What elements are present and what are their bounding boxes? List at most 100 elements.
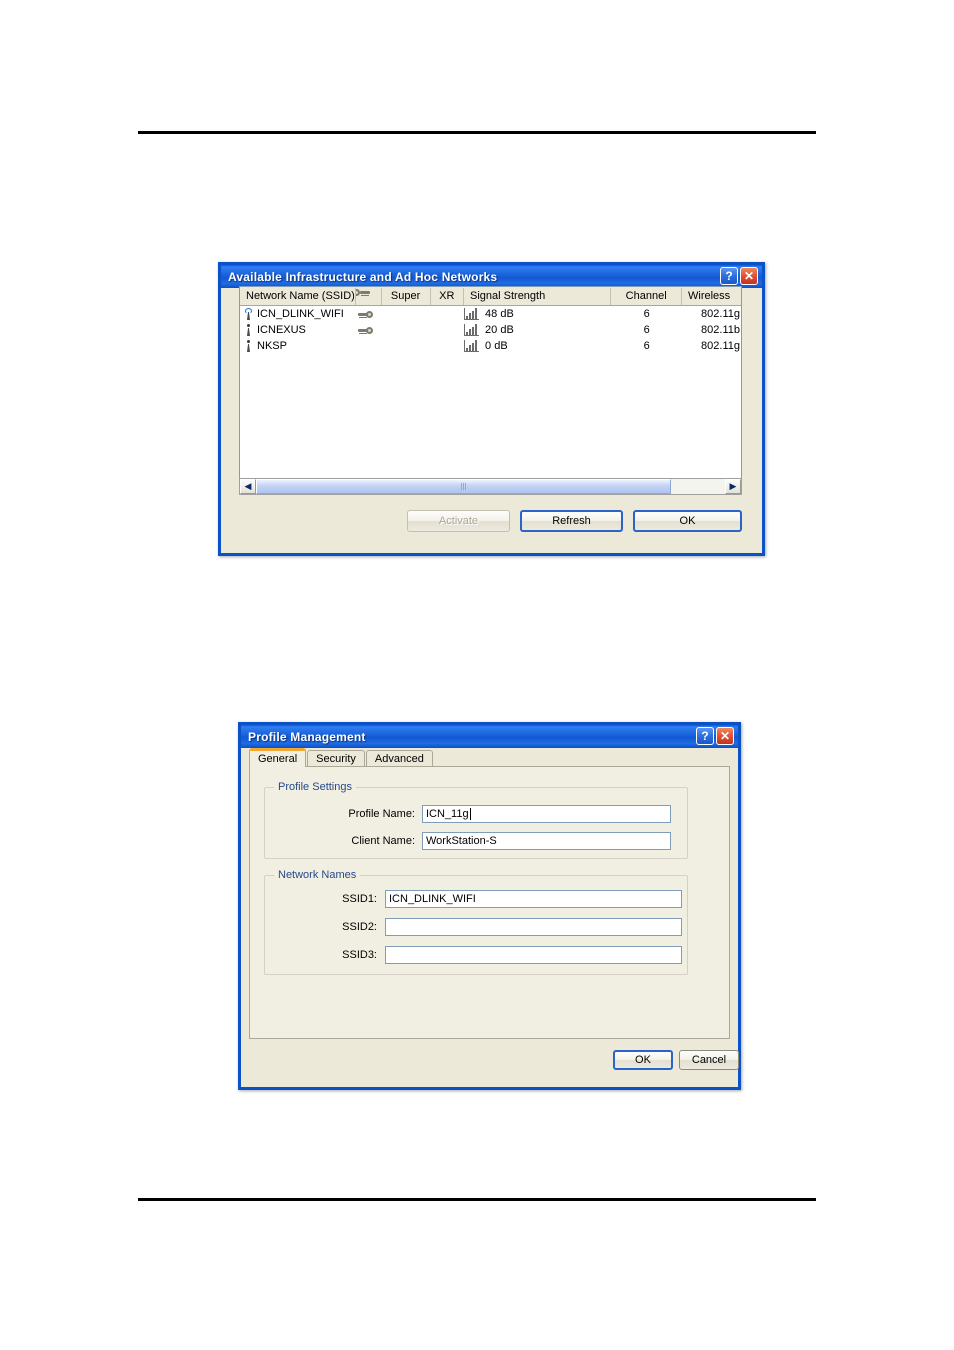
ok-button[interactable]: OK bbox=[633, 510, 742, 532]
networks-horizontal-scrollbar[interactable]: ◀ ▶ bbox=[239, 478, 742, 495]
general-tab-panel: Profile Settings Profile Name: ICN_11g C… bbox=[249, 766, 730, 1039]
cell-xr bbox=[431, 306, 464, 322]
help-icon[interactable]: ? bbox=[696, 727, 714, 745]
cell-ssid-label: NKSP bbox=[257, 340, 287, 352]
signal-bars-icon bbox=[464, 308, 480, 320]
cell-channel: 6 bbox=[643, 340, 650, 352]
networks-list[interactable]: Network Name (SSID) Super XR Signal Stre… bbox=[239, 286, 742, 479]
cell-signal-label: 20 dB bbox=[485, 324, 514, 336]
available-networks-dialog: Available Infrastructure and Ad Hoc Netw… bbox=[218, 262, 765, 556]
tab-advanced[interactable]: Advanced bbox=[365, 750, 433, 767]
table-row[interactable]: ICNEXUS 20 dB 6 802.11b bbox=[240, 322, 741, 338]
profile-settings-group: Profile Settings Profile Name: ICN_11g C… bbox=[264, 781, 688, 859]
cell-channel: 6 bbox=[643, 308, 650, 320]
infrastructure-antenna-icon bbox=[244, 308, 253, 320]
cell-signal-strength: 0 dB bbox=[464, 338, 611, 354]
cell-ssid: ICN_DLINK_WIFI bbox=[240, 306, 356, 322]
profile-name-value: ICN_11g bbox=[426, 808, 469, 820]
scrollbar-thumb[interactable] bbox=[256, 479, 671, 494]
profile-management-dialog: Profile Management ? ✕ General Security … bbox=[238, 722, 741, 1090]
networks-dialog-title: Available Infrastructure and Ad Hoc Netw… bbox=[228, 269, 498, 284]
cell-encryption bbox=[356, 322, 382, 338]
ssid3-row: SSID3: bbox=[325, 946, 682, 964]
tab-security[interactable]: Security bbox=[307, 750, 365, 767]
ssid2-label: SSID2: bbox=[342, 921, 377, 933]
client-name-row: Client Name: WorkStation-S bbox=[333, 832, 671, 850]
close-icon[interactable]: ✕ bbox=[716, 727, 734, 745]
column-header-xr[interactable]: XR bbox=[431, 287, 464, 305]
ssid2-row: SSID2: bbox=[325, 918, 682, 936]
ssid3-input[interactable] bbox=[385, 946, 682, 964]
cell-ssid: NKSP bbox=[240, 338, 356, 354]
ssid1-label: SSID1: bbox=[342, 893, 377, 905]
ssid1-input[interactable]: ICN_DLINK_WIFI bbox=[385, 890, 682, 908]
help-icon[interactable]: ? bbox=[720, 267, 738, 285]
key-icon bbox=[357, 326, 373, 335]
cell-wireless: 802.11g bbox=[701, 308, 740, 320]
activate-button[interactable]: Activate bbox=[407, 510, 510, 532]
scrollbar-track[interactable] bbox=[256, 479, 725, 494]
cell-ssid-label: ICNEXUS bbox=[257, 324, 306, 336]
cell-ssid-label: ICN_DLINK_WIFI bbox=[257, 308, 344, 320]
cell-signal-strength: 20 dB bbox=[464, 322, 611, 338]
cell-signal-label: 48 dB bbox=[485, 308, 514, 320]
table-row[interactable]: ICN_DLINK_WIFI 48 dB 6 802.11g bbox=[240, 306, 741, 322]
cell-wireless: 802.11b bbox=[701, 324, 740, 336]
adhoc-station-icon bbox=[244, 340, 253, 352]
cell-xr bbox=[431, 322, 464, 338]
network-names-group-title: Network Names bbox=[274, 869, 361, 881]
cell-super bbox=[382, 338, 431, 354]
profile-name-label: Profile Name: bbox=[348, 808, 415, 820]
page-footer-rule bbox=[138, 1198, 816, 1201]
networks-list-header: Network Name (SSID) Super XR Signal Stre… bbox=[240, 287, 741, 306]
text-caret bbox=[469, 808, 471, 820]
cell-wireless: 802.11g bbox=[701, 340, 740, 352]
refresh-button[interactable]: Refresh bbox=[520, 510, 623, 532]
scroll-left-arrow-icon[interactable]: ◀ bbox=[240, 479, 256, 494]
table-row[interactable]: NKSP 0 dB 6 802.11g bbox=[240, 338, 741, 354]
column-header-encryption[interactable] bbox=[356, 287, 382, 305]
client-name-value: WorkStation-S bbox=[426, 835, 497, 847]
column-header-super[interactable]: Super bbox=[382, 287, 431, 305]
tab-general[interactable]: General bbox=[249, 748, 307, 767]
signal-bars-icon bbox=[464, 324, 480, 336]
cell-super bbox=[382, 306, 431, 322]
cancel-button[interactable]: Cancel bbox=[679, 1050, 739, 1070]
column-header-ssid[interactable]: Network Name (SSID) bbox=[240, 287, 356, 305]
page-header-rule bbox=[138, 131, 816, 134]
profile-caption-buttons: ? ✕ bbox=[696, 727, 734, 745]
cell-encryption bbox=[356, 306, 382, 322]
scrollbar-grip-icon bbox=[460, 483, 467, 490]
networks-caption-buttons: ? ✕ bbox=[720, 267, 758, 285]
cell-signal-label: 0 dB bbox=[485, 340, 508, 352]
profile-dialog-title: Profile Management bbox=[248, 729, 366, 744]
ssid1-row: SSID1: ICN_DLINK_WIFI bbox=[325, 890, 682, 908]
cell-xr bbox=[431, 338, 464, 354]
profile-name-row: Profile Name: ICN_11g bbox=[333, 805, 671, 823]
adhoc-station-icon bbox=[244, 324, 253, 336]
client-name-input[interactable]: WorkStation-S bbox=[422, 832, 671, 850]
scroll-right-arrow-icon[interactable]: ▶ bbox=[725, 479, 741, 494]
profile-tabstrip: General Security Advanced bbox=[249, 748, 434, 767]
profile-settings-group-title: Profile Settings bbox=[274, 781, 356, 793]
networks-dialog-titlebar: Available Infrastructure and Ad Hoc Netw… bbox=[218, 262, 765, 288]
ssid1-value: ICN_DLINK_WIFI bbox=[389, 893, 476, 905]
column-header-channel[interactable]: Channel bbox=[611, 287, 682, 305]
client-name-label: Client Name: bbox=[351, 835, 415, 847]
profile-dialog-titlebar: Profile Management ? ✕ bbox=[238, 722, 741, 748]
cell-channel: 6 bbox=[643, 324, 650, 336]
cell-encryption bbox=[356, 338, 382, 354]
key-icon bbox=[357, 310, 373, 319]
profile-name-input[interactable]: ICN_11g bbox=[422, 805, 671, 823]
signal-bars-icon bbox=[464, 340, 480, 352]
cell-super bbox=[382, 322, 431, 338]
column-header-wireless[interactable]: Wireless bbox=[682, 288, 741, 305]
ssid2-input[interactable] bbox=[385, 918, 682, 936]
network-names-group: Network Names SSID1: ICN_DLINK_WIFI SSID… bbox=[264, 869, 688, 975]
cell-ssid: ICNEXUS bbox=[240, 322, 356, 338]
ok-button[interactable]: OK bbox=[613, 1050, 673, 1070]
ssid3-label: SSID3: bbox=[342, 949, 377, 961]
cell-signal-strength: 48 dB bbox=[464, 306, 611, 322]
close-icon[interactable]: ✕ bbox=[740, 267, 758, 285]
column-header-signal-strength[interactable]: Signal Strength bbox=[464, 287, 612, 305]
